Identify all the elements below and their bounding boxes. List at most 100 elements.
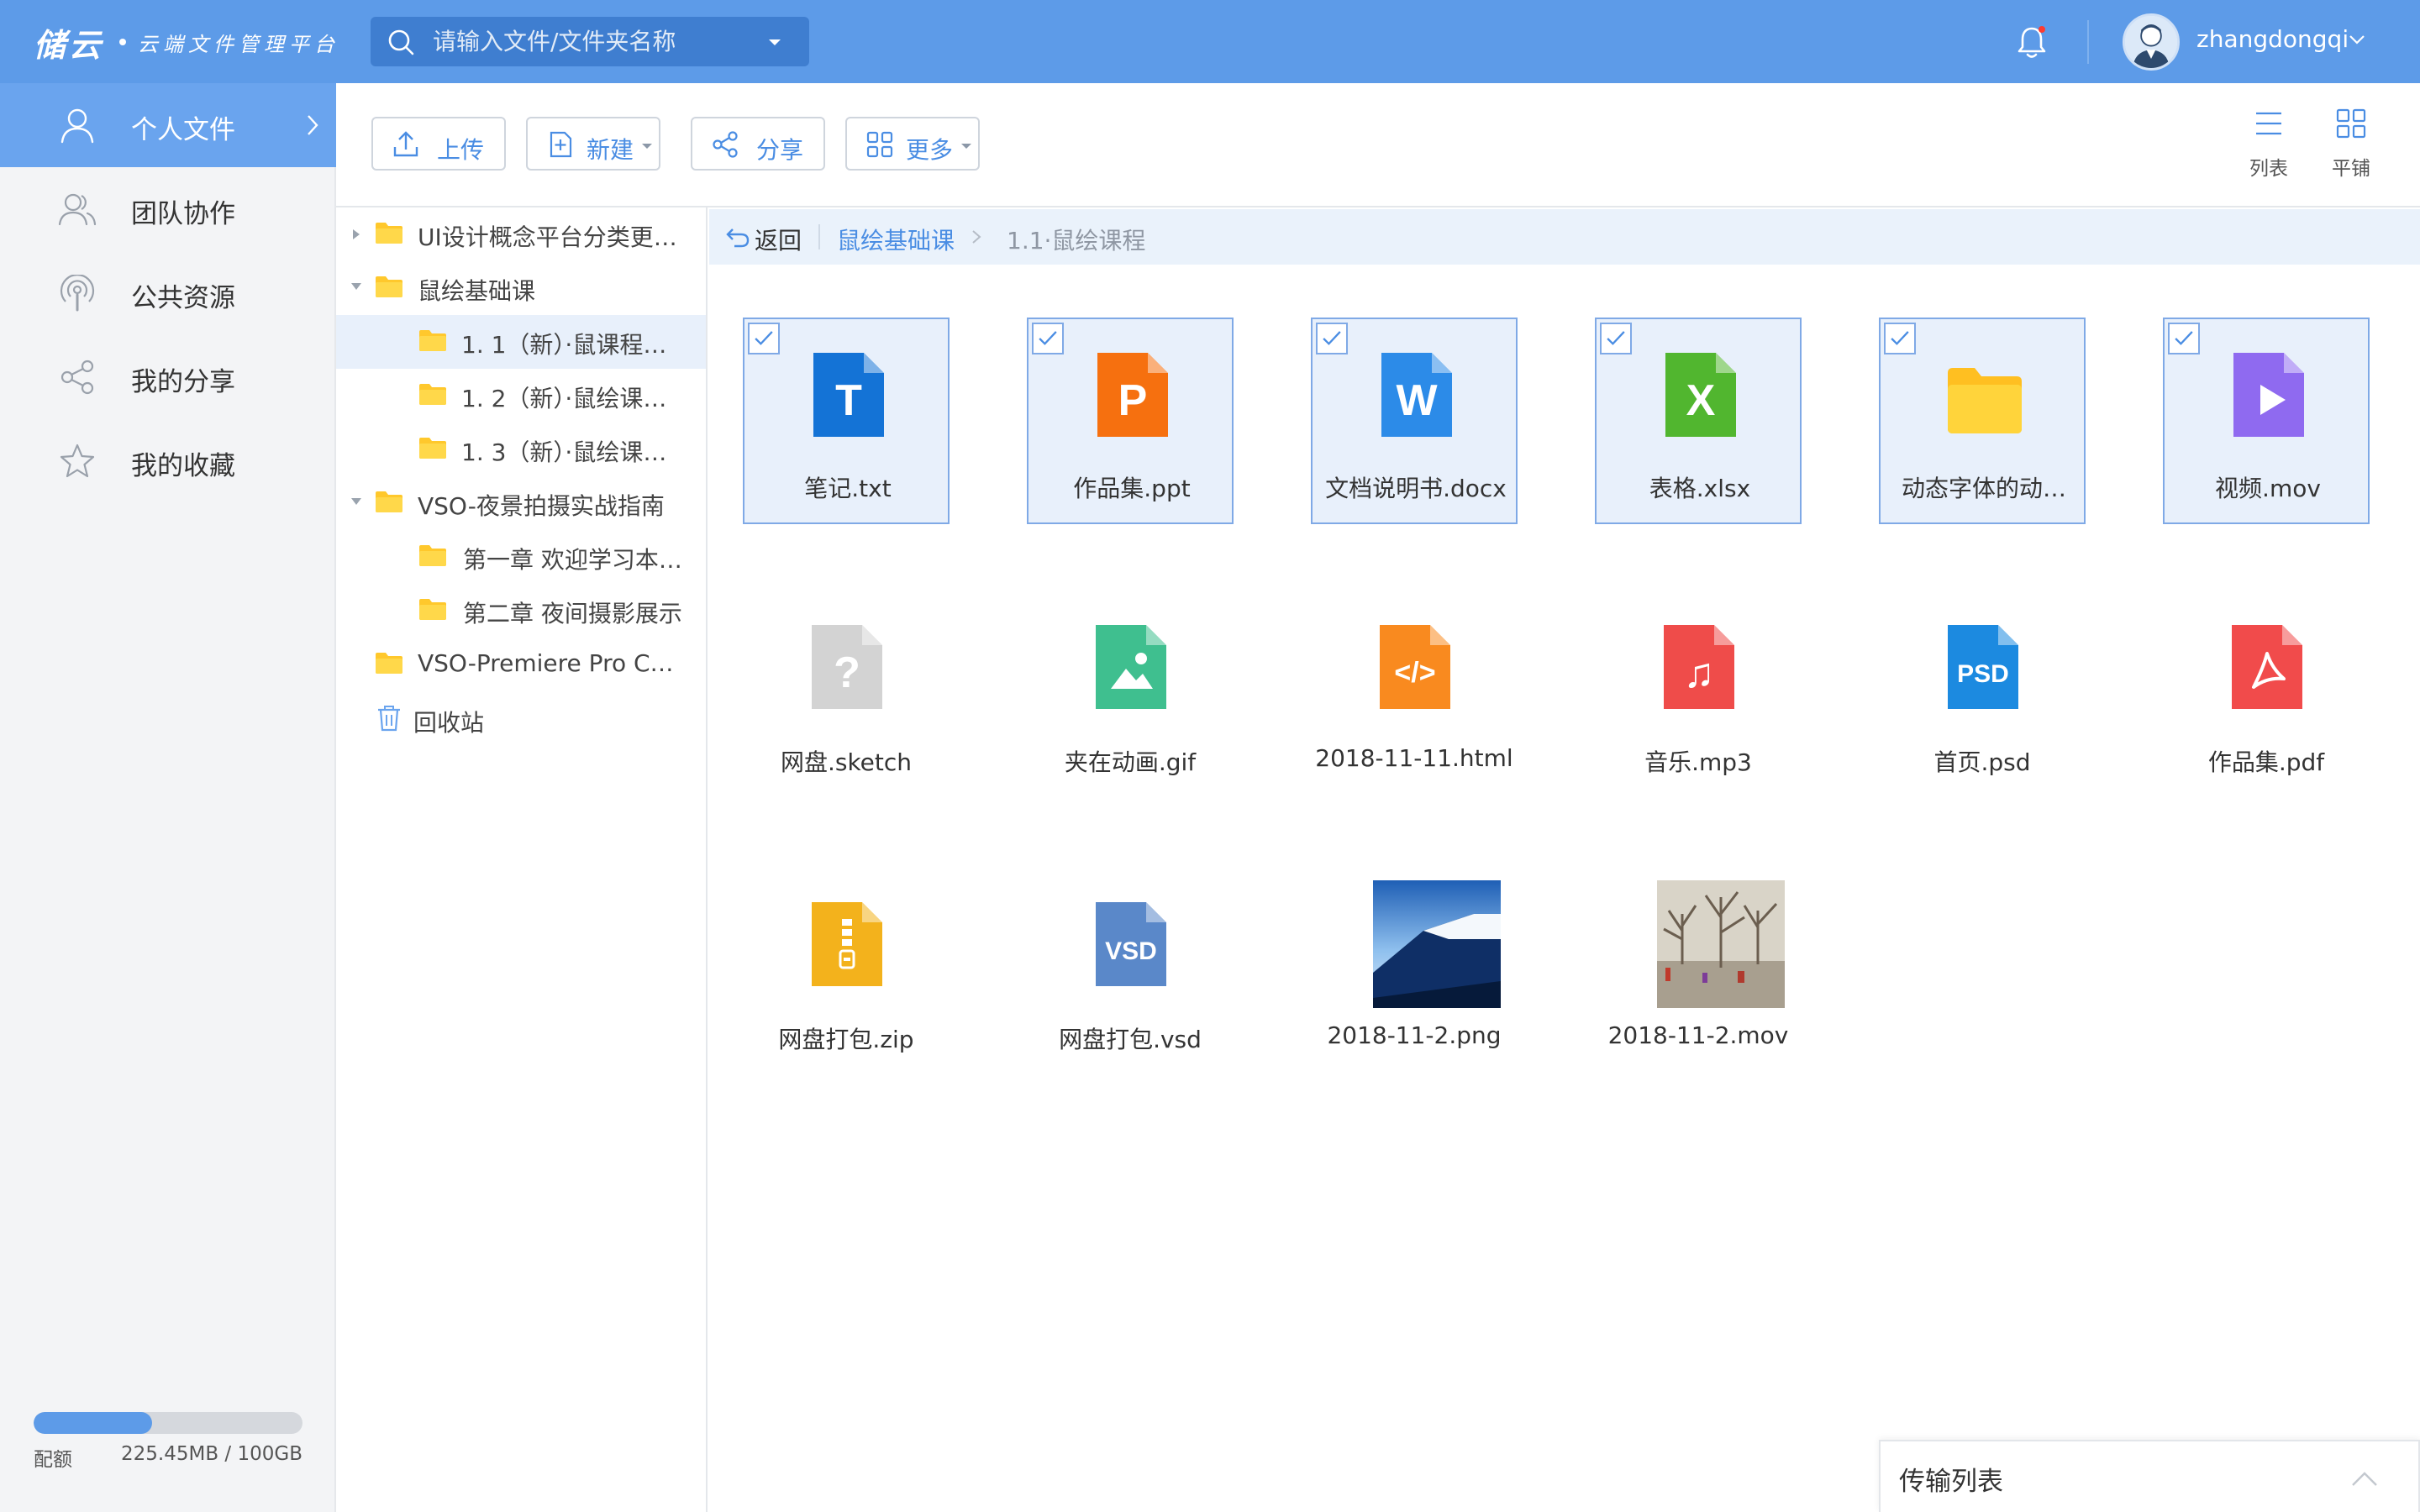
sidebar-item-team[interactable]: 团队协作 <box>0 167 336 251</box>
svg-text:W: W <box>1396 376 1438 425</box>
back-link[interactable]: 返回 <box>755 223 802 256</box>
upload-icon <box>393 131 418 157</box>
share-icon <box>713 131 738 158</box>
share-label: 分享 <box>756 136 804 164</box>
docx-file-icon: W <box>1378 349 1455 440</box>
file-name: 2018-11-2.mov <box>1607 1021 1789 1049</box>
sidebar-item-label: 公共资源 <box>131 283 235 313</box>
folder-icon <box>376 653 402 674</box>
file-item[interactable]: 夹在动画.gif <box>1027 591 1234 798</box>
file-item[interactable]: X 表格.xlsx <box>1595 318 1802 524</box>
tree-item-label: 1. 3（新）·鼠绘课… <box>461 438 667 466</box>
file-item[interactable]: P 作品集.ppt <box>1027 318 1234 524</box>
tree-item-trash[interactable]: 回收站 <box>336 693 706 747</box>
file-item[interactable]: ? 网盘.sketch <box>743 591 950 798</box>
file-checkbox[interactable] <box>1600 323 1632 354</box>
new-button[interactable]: 新建 <box>526 117 660 171</box>
file-item[interactable]: 网盘打包.zip <box>743 869 950 1075</box>
file-name: 夹在动画.gif <box>1064 748 1197 776</box>
upload-button[interactable]: 上传 <box>371 117 506 171</box>
app-logo[interactable]: 储云 云端文件管理平台 <box>34 24 339 64</box>
tree-item-label: VSO-夜景拍摄实战指南 <box>418 492 665 520</box>
more-button[interactable]: 更多 <box>845 117 980 171</box>
file-name: 首页.psd <box>1933 748 2031 776</box>
transfer-list-panel[interactable]: 传输列表 <box>1879 1440 2420 1512</box>
share-button[interactable]: 分享 <box>691 117 825 171</box>
search-scope-dropdown[interactable] <box>769 39 781 45</box>
tree-item-label: UI设计概念平台分类更… <box>418 223 677 251</box>
file-item[interactable]: 动态字体的动… <box>1879 318 2086 524</box>
upload-label: 上传 <box>437 136 485 164</box>
quota-value: 225.45MB / 100GB <box>121 1443 302 1465</box>
file-item[interactable]: 作品集.pdf <box>2163 591 2370 798</box>
file-checkbox[interactable] <box>748 323 780 354</box>
vsd-file-icon: VSD <box>1092 899 1170 990</box>
view-grid-toggle[interactable]: 平铺 <box>2317 103 2385 187</box>
file-item[interactable]: T 笔记.txt <box>743 318 950 524</box>
transfer-list-label: 传输列表 <box>1899 1467 2003 1497</box>
logo-dot <box>119 39 127 45</box>
more-label: 更多 <box>906 136 954 164</box>
sidebar-item-public-resources[interactable]: 公共资源 <box>0 251 336 335</box>
tree-item[interactable]: 鼠绘基础课 <box>336 261 706 315</box>
folder-icon <box>419 545 446 566</box>
file-checkbox[interactable] <box>1884 323 1916 354</box>
checkmark-icon <box>1039 331 1057 345</box>
folder-icon <box>376 223 402 244</box>
file-checkbox[interactable] <box>1316 323 1348 354</box>
file-item[interactable]: 2018-11-2.png <box>1311 869 1518 1075</box>
svg-text:♫: ♫ <box>1683 649 1715 696</box>
search-input[interactable] <box>433 17 769 66</box>
collapse-arrow-icon[interactable] <box>351 283 361 290</box>
chevron-up-icon[interactable] <box>2349 1463 2380 1494</box>
file-thumbnail <box>1373 880 1501 1008</box>
file-item[interactable]: </> 2018-11-11.html <box>1311 591 1518 798</box>
logo-main-text: 储云 <box>34 25 105 64</box>
svg-text:T: T <box>835 376 862 425</box>
unknown-file-icon: ? <box>808 622 886 712</box>
expand-arrow-icon[interactable] <box>353 229 360 239</box>
file-name: 音乐.mp3 <box>1644 748 1752 776</box>
sidebar-item-label: 个人文件 <box>131 115 235 145</box>
chevron-down-icon[interactable] <box>2348 30 2366 49</box>
xlsx-file-icon: X <box>1662 349 1739 440</box>
avatar[interactable] <box>2123 13 2180 71</box>
file-item[interactable]: W 文档说明书.docx <box>1311 318 1518 524</box>
breadcrumb-link[interactable]: 鼠绘基础课 <box>837 223 955 256</box>
collapse-arrow-icon[interactable] <box>351 498 361 505</box>
tree-item[interactable]: VSO-Premiere Pro C… <box>336 638 706 691</box>
tree-item[interactable]: 1. 3（新）·鼠绘课… <box>336 423 706 476</box>
tree-item[interactable]: 第二章 夜间摄影展示 <box>336 584 706 638</box>
view-list-toggle[interactable]: 列表 <box>2235 103 2302 187</box>
file-item[interactable]: 视频.mov <box>2163 318 2370 524</box>
file-item[interactable]: ♫ 音乐.mp3 <box>1595 591 1802 798</box>
tree-item[interactable]: 1. 2（新）·鼠绘课… <box>336 369 706 423</box>
tree-item[interactable]: UI设计概念平台分类更… <box>336 207 706 261</box>
file-checkbox[interactable] <box>1032 323 1064 354</box>
folder-file-icon <box>1946 349 2023 440</box>
search-box[interactable] <box>371 17 809 66</box>
tree-item[interactable]: VSO-夜景拍摄实战指南 <box>336 476 706 530</box>
file-item[interactable]: VSD 网盘打包.vsd <box>1027 869 1234 1075</box>
sidebar-item-personal-files[interactable]: 个人文件 <box>0 83 336 167</box>
folder-icon <box>376 276 402 297</box>
file-item[interactable]: 2018-11-2.mov <box>1595 869 1802 1075</box>
sidebar-item-my-shares[interactable]: 我的分享 <box>0 335 336 419</box>
sidebar-item-favorites[interactable]: 我的收藏 <box>0 419 336 503</box>
quota-progress-bar <box>34 1412 302 1434</box>
view-list-label: 列表 <box>2249 158 2288 180</box>
tree-item-label: VSO-Premiere Pro C… <box>418 649 674 677</box>
back-arrow-icon[interactable] <box>726 226 750 248</box>
notification-bell-icon[interactable] <box>2015 24 2049 60</box>
file-name: 文档说明书.docx <box>1325 475 1507 502</box>
file-checkbox[interactable] <box>2168 323 2200 354</box>
team-icon <box>58 193 97 226</box>
username[interactable]: zhangdongqi <box>2196 25 2349 53</box>
tree-item-selected[interactable]: 1. 1（新）·鼠课程… <box>336 315 706 369</box>
file-item[interactable]: PSD 首页.psd <box>1879 591 2086 798</box>
breadcrumb-divider <box>818 224 820 249</box>
tree-item[interactable]: 第一章 欢迎学习本… <box>336 530 706 584</box>
sidebar-item-label: 我的分享 <box>131 367 235 397</box>
grid-view-icon <box>2336 108 2366 139</box>
zip-file-icon <box>808 899 886 990</box>
